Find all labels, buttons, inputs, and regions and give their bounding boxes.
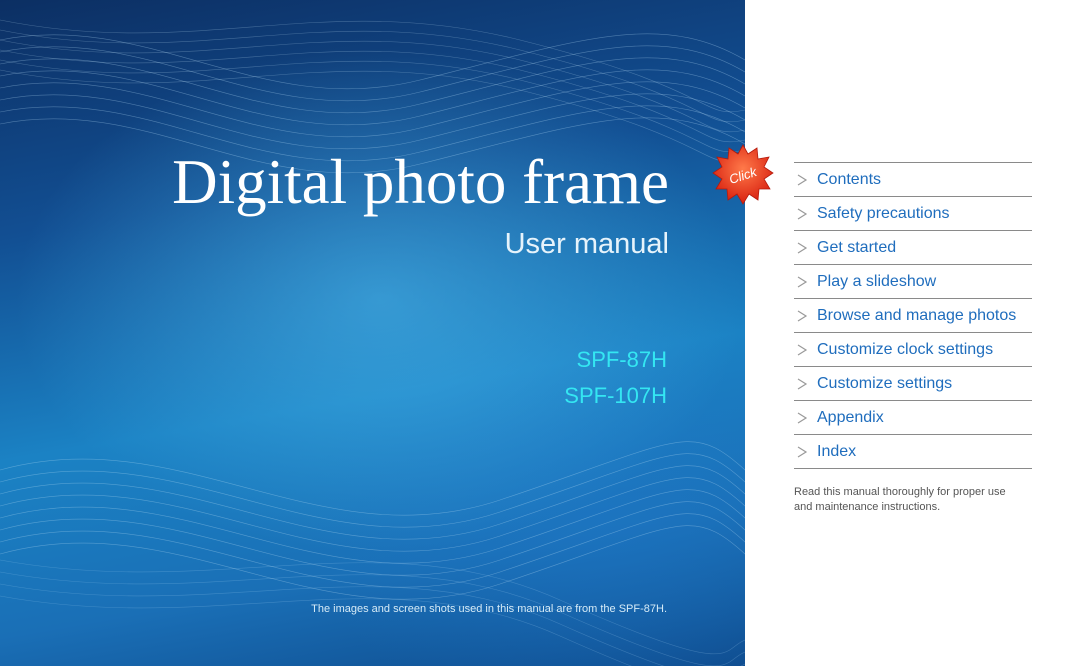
- click-burst-icon[interactable]: Click: [711, 143, 775, 207]
- toc-item-label: Index: [817, 442, 857, 460]
- wave-pattern: [0, 19, 745, 666]
- chevron-right-icon: [797, 309, 808, 322]
- toc-item-label: Contents: [817, 170, 882, 188]
- chevron-right-icon: [797, 207, 808, 220]
- toc-item-browse-and-manage-photos[interactable]: Browse and manage photos: [794, 298, 1032, 332]
- toc-item-label: Customize clock settings: [817, 340, 994, 358]
- toc-item-label: Play a slideshow: [817, 272, 937, 290]
- toc-item-contents[interactable]: Contents: [794, 162, 1032, 196]
- toc-item-appendix[interactable]: Appendix: [794, 400, 1032, 434]
- toc-item-label: Browse and manage photos: [817, 306, 1017, 324]
- reading-note: Read this manual thoroughly for proper u…: [794, 486, 1006, 513]
- toc-item-customize-settings[interactable]: Customize settings: [794, 366, 1032, 400]
- document-title: Digital photo frame: [172, 147, 669, 217]
- toc-item-index[interactable]: Index: [794, 434, 1032, 469]
- cover-footnote: The images and screen shots used in this…: [311, 603, 667, 615]
- toc-item-play-a-slideshow[interactable]: Play a slideshow: [794, 264, 1032, 298]
- model-name: SPF-87H: [576, 347, 667, 372]
- toc-item-customize-clock-settings[interactable]: Customize clock settings: [794, 332, 1032, 366]
- toc-item-label: Get started: [817, 238, 897, 256]
- chevron-right-icon: [797, 241, 808, 254]
- chevron-right-icon: [797, 173, 808, 186]
- toc-item-safety-precautions[interactable]: Safety precautions: [794, 196, 1032, 230]
- chevron-right-icon: [797, 377, 808, 390]
- chevron-right-icon: [797, 275, 808, 288]
- chevron-right-icon: [797, 343, 808, 356]
- chevron-right-icon: [797, 445, 808, 458]
- toc-item-label: Appendix: [817, 408, 884, 426]
- chevron-right-icon: [797, 411, 808, 424]
- model-name: SPF-107H: [564, 383, 667, 408]
- cover-panel: Digital photo frame User manual SPF-87H …: [0, 0, 745, 666]
- table-of-contents: Contents Safety precautions Get started …: [794, 162, 1032, 469]
- document-subtitle: User manual: [504, 228, 669, 260]
- toc-item-label: Customize settings: [817, 374, 953, 392]
- toc-item-get-started[interactable]: Get started: [794, 230, 1032, 264]
- manual-cover-page: Digital photo frame User manual SPF-87H …: [0, 0, 1080, 666]
- toc-item-label: Safety precautions: [817, 204, 950, 222]
